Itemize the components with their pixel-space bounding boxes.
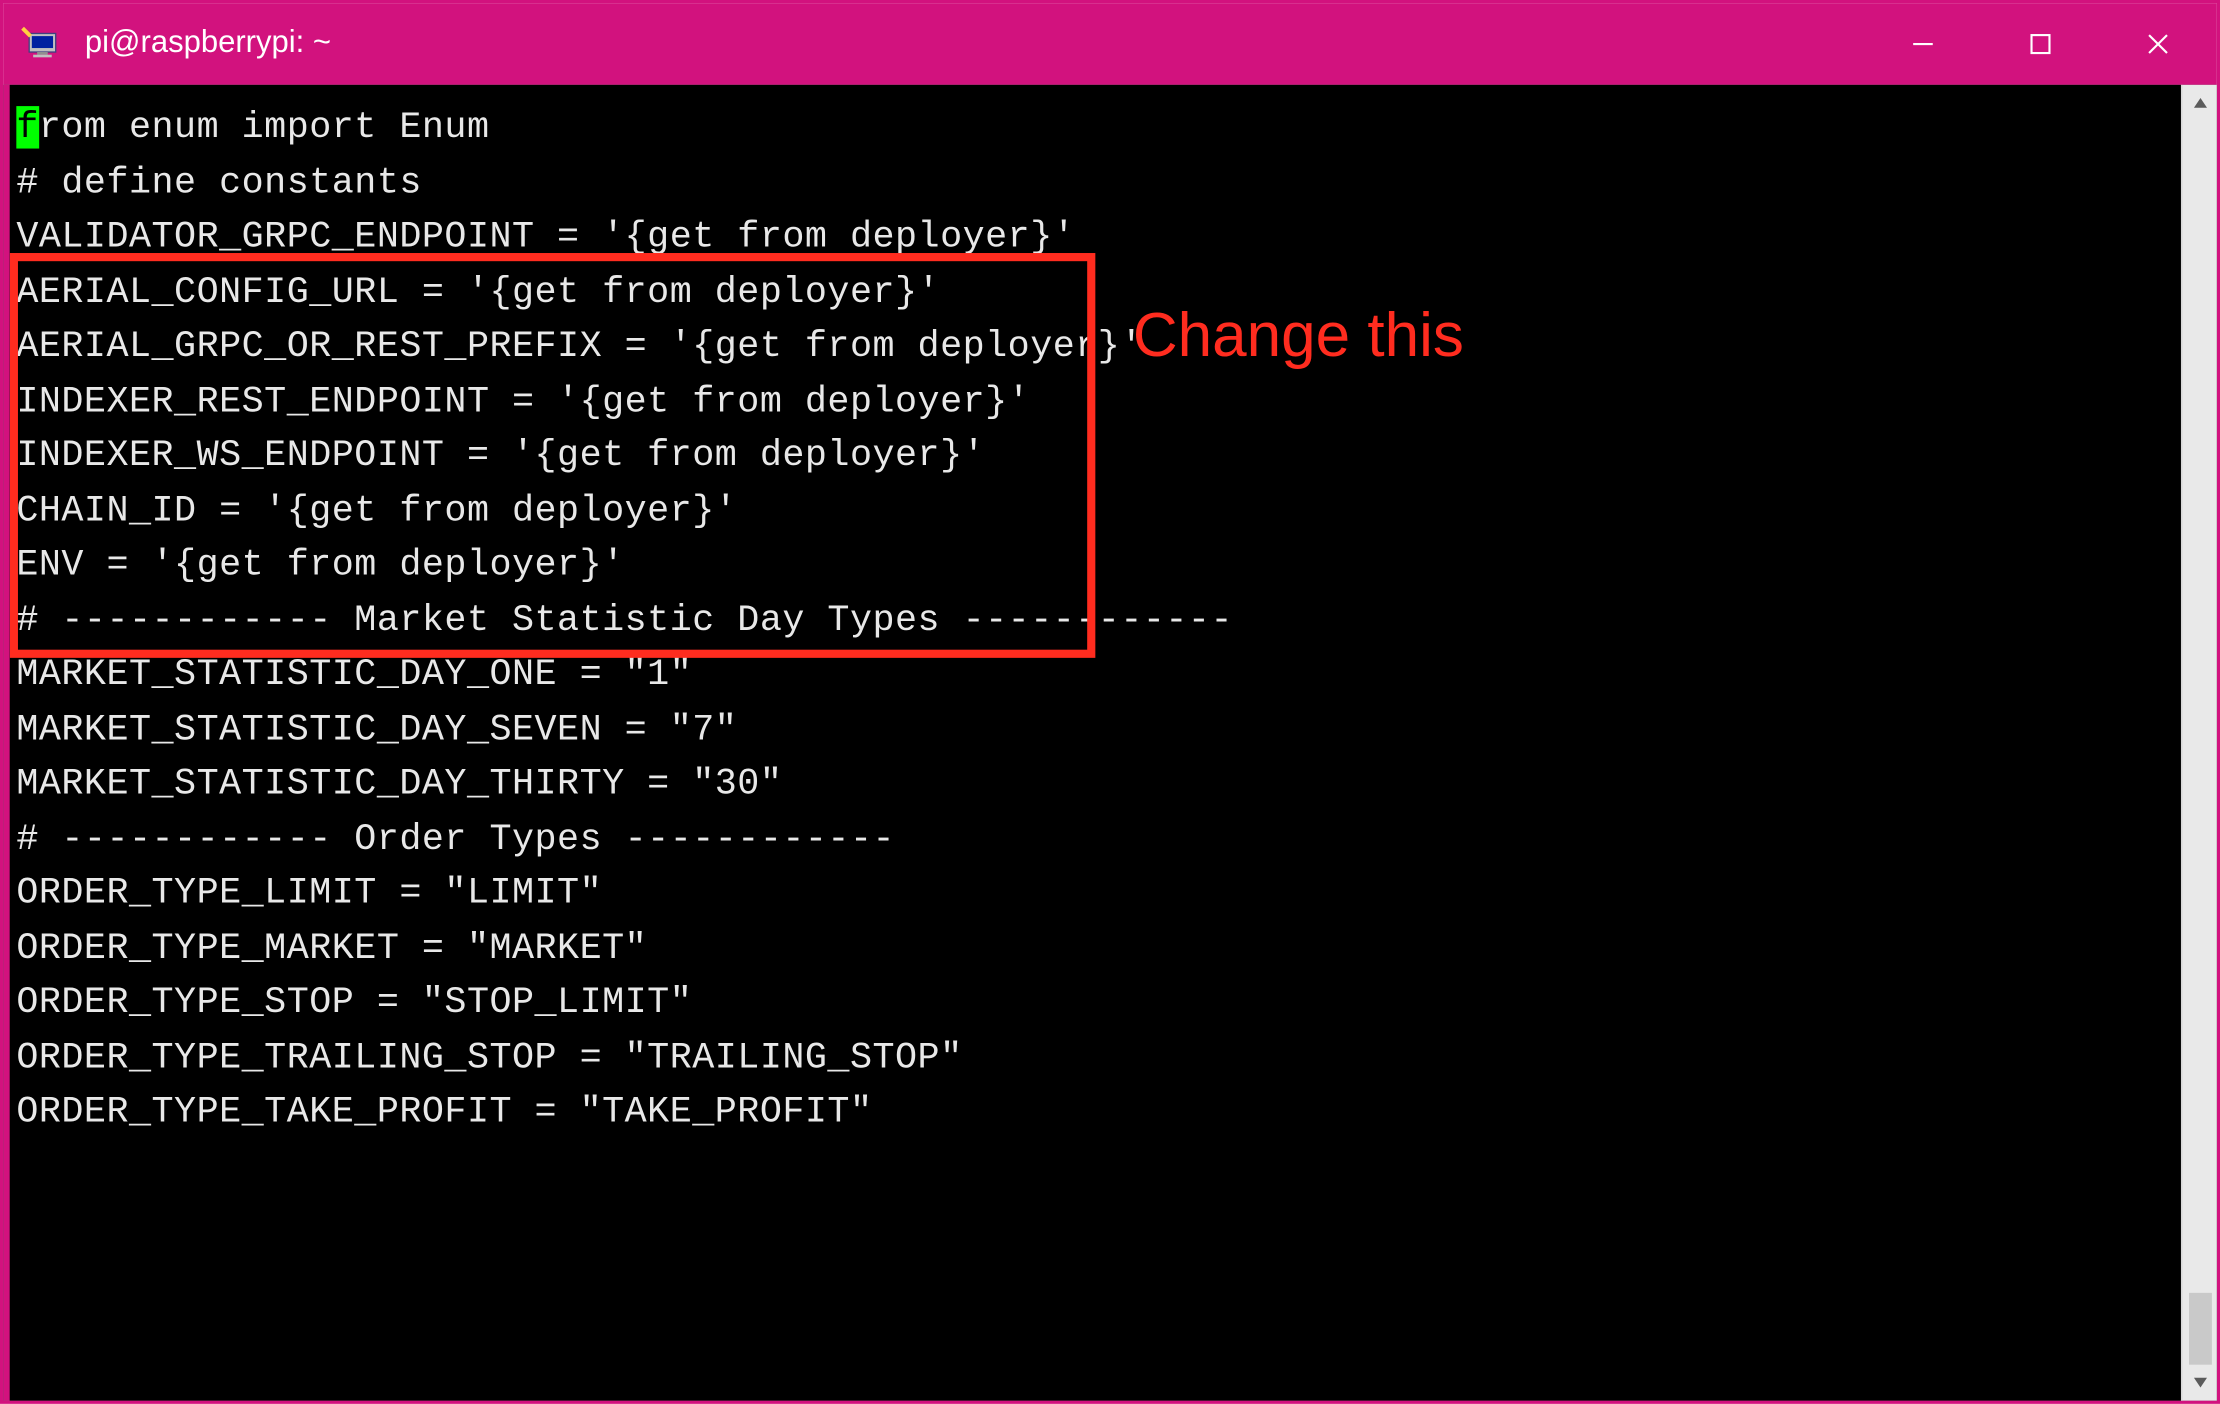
code-line: ORDER_TYPE_LIMIT = "LIMIT" [10,867,2181,922]
code-line: ENV = '{get from deployer}' [10,539,2181,594]
annotation-label: Change this [1133,310,1464,365]
scrollbar[interactable] [2181,85,2217,1401]
code-line: MARKET_STATISTIC_DAY_ONE = "1" [10,648,2181,703]
code-line: from enum import Enum [10,101,2181,156]
code-text: rom enum import Enum [39,106,490,148]
code-line: MARKET_STATISTIC_DAY_THIRTY = "30" [10,757,2181,812]
code-line: VALIDATOR_GRPC_ENDPOINT = '{get from dep… [10,211,2181,266]
code-line: ORDER_TYPE_TAKE_PROFIT = "TAKE_PROFIT" [10,1086,2181,1141]
close-button[interactable] [2099,3,2217,85]
code-line: CHAIN_ID = '{get from deployer}' [10,484,2181,539]
code-line: ORDER_TYPE_TRAILING_STOP = "TRAILING_STO… [10,1031,2181,1086]
code-line: INDEXER_REST_ENDPOINT = '{get from deplo… [10,375,2181,430]
scroll-thumb[interactable] [2188,1293,2211,1365]
maximize-button[interactable] [1982,3,2100,85]
app-icon [3,5,81,83]
minimize-button[interactable] [1864,3,1982,85]
window-title: pi@raspberrypi: ~ [82,26,331,62]
cursor: f [16,106,39,148]
code-line: AERIAL_CONFIG_URL = '{get from deployer}… [10,265,2181,320]
code-line: INDEXER_WS_ENDPOINT = '{get from deploye… [10,429,2181,484]
putty-window: pi@raspberrypi: ~ from enum import Enum … [0,0,2220,1404]
terminal-area: from enum import Enum # define constants… [3,85,2217,1401]
code-line: # ------------ Order Types ------------ [10,812,2181,867]
window-titlebar[interactable]: pi@raspberrypi: ~ [3,3,2217,85]
code-line: AERIAL_GRPC_OR_REST_PREFIX = '{get from … [10,320,2181,375]
scroll-up-arrow[interactable] [2182,85,2218,121]
window-controls [1864,3,2217,85]
code-line: ORDER_TYPE_STOP = "STOP_LIMIT" [10,976,2181,1031]
scroll-down-arrow[interactable] [2182,1365,2218,1401]
code-line: # define constants [10,156,2181,211]
code-line: MARKET_STATISTIC_DAY_SEVEN = "7" [10,703,2181,758]
terminal-content[interactable]: from enum import Enum # define constants… [10,85,2181,1401]
code-line: # ------------ Market Statistic Day Type… [10,593,2181,648]
code-line: ORDER_TYPE_MARKET = "MARKET" [10,921,2181,976]
